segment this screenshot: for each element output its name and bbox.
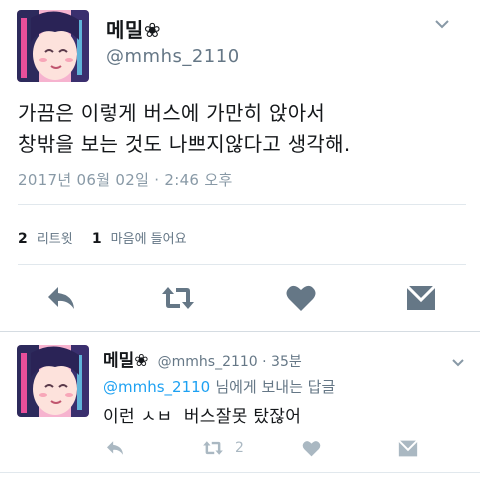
heart-icon <box>286 285 316 311</box>
reply-button[interactable] <box>46 285 76 311</box>
reply-header[interactable]: 메밀❀ @mmhs_2110 · 35분 <box>103 346 302 371</box>
envelope-icon <box>406 285 436 310</box>
like-count[interactable]: 1 <box>92 231 102 247</box>
heart-icon <box>302 441 321 457</box>
reply-icon <box>48 287 74 309</box>
divider <box>18 264 466 265</box>
reply-display-name: 메밀 <box>103 351 135 371</box>
display-name: 메밀 <box>106 18 144 42</box>
tweet-timestamp[interactable]: 2017년 06월 02일 · 2:46 오후 <box>18 169 233 190</box>
reply-name-emoji: ❀ <box>134 351 149 371</box>
author-handle[interactable]: @mmhs_2110 <box>106 46 240 67</box>
reply-to-line: @mmhs_2110 님에게 보내는 답글 <box>103 376 335 397</box>
tweet-text-line-2: 창밖을 보는 것도 나쁘지않다고 생각해. <box>18 132 351 156</box>
tweet-text: 가끔은 이렇게 버스에 가만히 앉아서 창밖을 보는 것도 나쁘지않다고 생각해… <box>18 98 468 160</box>
envelope-icon <box>398 440 418 457</box>
reply-retweet-count[interactable]: 2 <box>235 440 244 456</box>
retweet-icon <box>162 287 194 309</box>
retweet-label[interactable]: 리트윗 <box>37 232 73 247</box>
reply-handle-time: @mmhs_2110 · 35분 <box>157 354 302 370</box>
retweet-button[interactable] <box>161 285 195 311</box>
direct-message-button[interactable] <box>406 285 436 311</box>
chevron-down-icon[interactable] <box>434 14 450 33</box>
reply-to-label: 님에게 보내는 답글 <box>215 378 336 396</box>
divider <box>18 204 466 205</box>
reply-retweet-button[interactable] <box>202 440 224 456</box>
tweet-text-line-1: 가끔은 이렇게 버스에 가만히 앉아서 <box>18 101 326 125</box>
divider <box>0 331 480 332</box>
reply-like-button[interactable] <box>302 440 321 457</box>
retweet-icon <box>203 441 223 455</box>
name-emoji: ❀ <box>143 18 162 42</box>
reply-avatar[interactable] <box>17 345 89 417</box>
like-label[interactable]: 마음에 들어요 <box>111 232 187 247</box>
divider <box>0 472 480 473</box>
tweet-stats: 2 리트윗 1 마음에 들어요 <box>18 228 187 247</box>
reply-reply-button[interactable] <box>105 440 125 456</box>
reply-chevron-down-icon[interactable] <box>451 352 465 371</box>
reply-mention-link[interactable]: @mmhs_2110 <box>103 378 210 396</box>
author-name-row[interactable]: 메밀❀ <box>106 14 161 43</box>
reply-icon <box>107 441 123 455</box>
retweet-count[interactable]: 2 <box>18 231 28 247</box>
like-button[interactable] <box>286 284 316 312</box>
avatar[interactable] <box>17 10 89 82</box>
reply-text: 이런 ㅅㅂ 버스잘못 탔잖어 <box>103 407 302 427</box>
reply-dm-button[interactable] <box>398 440 418 457</box>
